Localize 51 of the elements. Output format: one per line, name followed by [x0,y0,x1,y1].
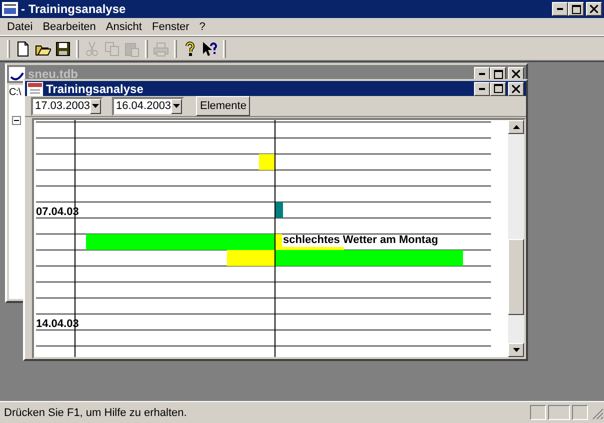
minimize-button[interactable] [552,2,568,16]
maximize-icon [494,70,502,78]
document-icon [9,67,25,81]
close-icon [512,70,520,78]
caret-icon [92,104,100,108]
clipboard-icon [124,40,140,56]
status-panel [530,405,546,420]
status-panel [572,405,588,420]
copy-icon [104,40,120,56]
collapse-icon[interactable] [12,116,21,125]
menu-item[interactable]: ? [194,20,210,32]
arrow-down-icon [512,348,520,352]
close-icon [512,84,520,92]
minimize-button[interactable] [474,82,490,96]
window-title: Trainingsanalyse [46,82,144,96]
scroll-down-button[interactable] [508,343,524,357]
elements-button[interactable]: Elemente [196,96,250,116]
pointer-question-icon [202,40,218,56]
note-text: schlechtes Wetter am Montag [283,234,438,246]
close-icon [590,5,598,13]
printer-icon [153,40,169,56]
caret-icon [173,104,180,108]
date-combobox[interactable]: 17.03.2003 [31,96,103,116]
tree-item[interactable]: C:\ [9,87,21,98]
minimize-icon [479,88,485,90]
menu-item[interactable]: Datei [2,20,38,32]
maximize-icon [572,4,580,14]
menu-item[interactable]: Bearbeiten [38,20,101,32]
activity-bar [259,154,275,170]
close-button[interactable] [586,2,602,16]
page-icon [15,40,31,56]
maximize-icon [494,84,502,93]
app-icon [2,2,18,16]
scissors-icon [84,40,100,56]
menu-item[interactable]: Ansicht [100,20,147,32]
arrow-up-icon [512,125,520,129]
status-text: Drücken Sie F1, um Hilfe zu erhalten. [4,406,188,418]
resize-grip-icon [590,406,604,420]
status-panel [548,405,570,420]
window-title: - Trainingsanalyse [21,2,127,16]
close-button[interactable] [508,82,524,96]
date-combobox[interactable]: 16.04.2003 [112,96,184,116]
calendar-icon [27,82,43,96]
maximize-button[interactable] [568,2,584,16]
scroll-up-button[interactable] [508,120,524,134]
menu-item[interactable]: Fenster [146,20,194,32]
scrollbar-thumb[interactable] [508,239,524,315]
window-title: sneu.tdb [28,67,79,81]
minimize-icon [479,73,485,75]
maximize-button[interactable] [490,82,506,96]
minimize-icon [557,8,563,10]
